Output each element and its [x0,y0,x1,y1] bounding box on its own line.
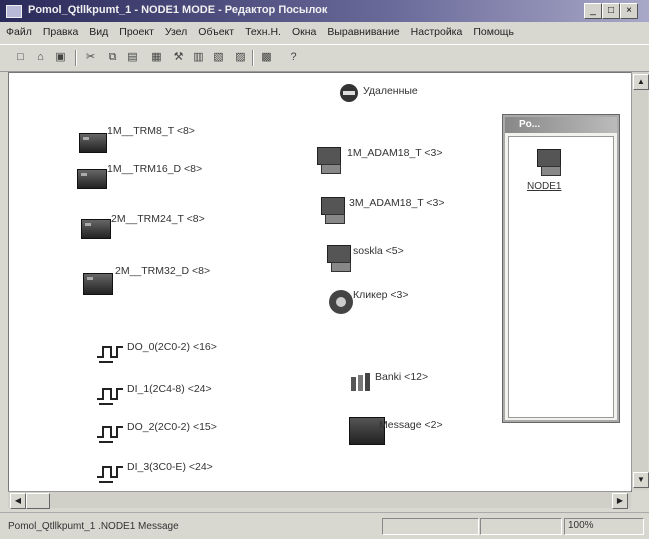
minimize-button[interactable]: _ [584,3,602,19]
signal-icon [97,346,123,363]
node-label: 3M_ADAM18_T <3> [349,197,445,209]
node-label: Banki <12> [375,371,429,383]
remote-icon [340,84,358,102]
cut-icon[interactable]: ✂ [82,49,99,65]
node-subwindow[interactable]: Po... NODE1 [502,114,620,423]
scroll-left-icon[interactable]: ◀ [10,493,26,509]
signal-icon [97,388,123,405]
menu-windows[interactable]: Окна [286,23,321,38]
status-cell [382,518,479,535]
menu-project[interactable]: Проект [113,23,159,38]
node-label: DO_2(2C0-2) <15> [127,421,217,433]
node-label: 1M__TRM16_D <8> [107,163,203,175]
device-icon [83,273,113,295]
window-title: Pomol_Qtllkpumt_1 - NODE1 MODE - Редакто… [28,4,328,16]
menu-help[interactable]: Помощь [467,23,519,38]
node-label: Кликер <3> [353,289,409,301]
close-button[interactable]: × [620,3,638,19]
node-label: DO_0(2C0-2) <16> [127,341,217,353]
scroll-down-icon[interactable]: ▼ [633,472,649,488]
status-path: Pomol_Qtllkpumt_1 .NODE1 Message [8,521,179,532]
node-label: 2M__TRM32_D <8> [115,265,211,277]
node-label[interactable]: NODE1 [527,181,561,192]
new-icon[interactable]: □ [12,49,29,65]
subwindow-body[interactable]: NODE1 [508,136,614,418]
scroll-up-icon[interactable]: ▲ [633,74,649,90]
menu-view[interactable]: Вид [83,23,113,38]
help-icon[interactable]: ? [285,49,302,65]
scroll-right-icon[interactable]: ▶ [612,493,628,509]
menu-object[interactable]: Объект [192,23,239,38]
save-icon[interactable]: ▣ [52,49,69,65]
grid-icon[interactable]: ▥ [190,49,207,65]
node-label: Message <2> [379,419,443,431]
menu-node[interactable]: Узел [159,23,192,38]
device-icon [77,169,107,189]
toolbar: □ ⌂ ▣ ✂ ⧉ ▤ ▦ ⚒ ▥ ▧ ▨ ▩ ? [0,44,649,72]
node-label: 2M__TRM24_T <8> [111,213,205,225]
zoom-level: 100% [568,520,594,531]
node-label: DI_3(3C0-E) <24> [127,461,213,473]
title-bar: Pomol_Qtllkpumt_1 - NODE1 MODE - Редакто… [0,0,649,22]
copy-icon[interactable]: ⧉ [104,49,121,65]
node-label: 1M__TRM8_T <8> [107,125,195,137]
signal-icon [97,466,123,483]
view-icon[interactable]: ▨ [232,49,249,65]
clicker-icon [329,290,353,314]
node-label: DI_1(2C4-8) <24> [127,383,212,395]
menu-file[interactable]: Файл [0,23,37,38]
node-label: soskla <5> [353,245,404,257]
zoom-icon[interactable]: ▩ [258,49,275,65]
maximize-button[interactable]: □ [602,3,620,19]
signal-icon [97,426,123,443]
menu-tech[interactable]: Техн.Н. [239,23,286,38]
vertical-scrollbar[interactable]: ▲ ▼ [631,72,649,490]
scroll-thumb[interactable] [26,493,50,509]
align-icon[interactable]: ▧ [210,49,227,65]
open-icon[interactable]: ⌂ [32,49,49,65]
node-label: Удаленные [363,85,418,97]
app-icon [6,5,22,18]
device-icon [81,219,111,239]
subwindow-titlebar[interactable]: Po... [505,117,617,133]
paste-icon[interactable]: ▤ [124,49,141,65]
menu-settings[interactable]: Настройка [405,23,468,38]
print-icon[interactable]: ▦ [148,49,165,65]
status-bar: Pomol_Qtllkpumt_1 .NODE1 Message 100% [0,512,649,539]
menu-edit[interactable]: Правка [37,23,83,38]
horizontal-scrollbar[interactable]: ◀ ▶ [8,491,631,509]
device-icon [79,133,107,153]
status-cell [480,518,562,535]
menu-bar: Файл Правка Вид Проект Узел Объект Техн.Н. Окна… [0,23,649,43]
banks-icon [351,373,370,391]
tool-icon[interactable]: ⚒ [170,49,187,65]
subwindow-title: Po... [519,119,541,130]
node-label: 1M_ADAM18_T <3> [347,147,443,159]
menu-align[interactable]: Выравнивание [321,23,404,38]
